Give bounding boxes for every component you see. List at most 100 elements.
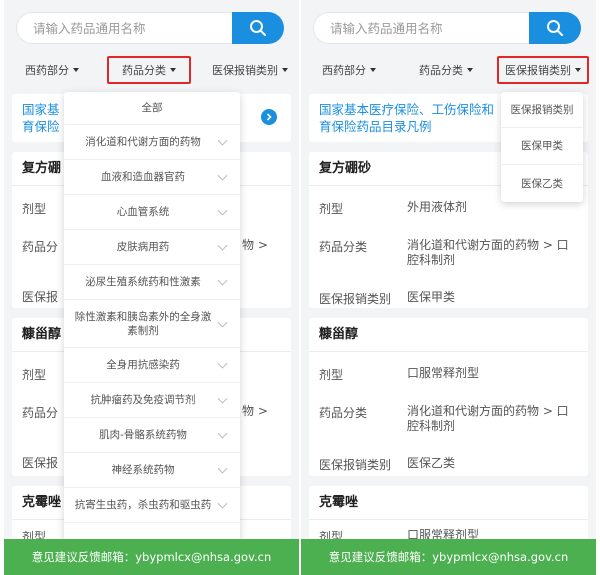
option-label: 抗肿瘤药及免疫调节剂	[90, 394, 196, 406]
category-option[interactable]: 抗寄生虫药，杀虫药和驱虫药	[64, 488, 240, 523]
dosage-form-label: 剂型	[319, 368, 344, 382]
dosage-form-label: 剂型	[22, 368, 47, 382]
filter-category-label: 药品分类	[122, 64, 166, 77]
chevron-down-icon	[217, 393, 228, 404]
category-dropdown: 全部 消化道和代谢方面的药物 血液和造血器官药 心血管系统 皮肤病用药 泌尿生殖…	[64, 92, 240, 544]
chevron-down-icon	[217, 428, 228, 439]
insurance-dropdown: 医保报销类别 医保甲类 医保乙类	[501, 92, 583, 202]
category-option[interactable]: 神经系统药物	[64, 453, 240, 488]
filter-category[interactable]: 药品分类	[107, 56, 191, 84]
category-value: 消化道和代谢方面的药物 > 口腔科制剂	[407, 238, 569, 267]
chevron-down-icon	[217, 240, 228, 251]
caret-down-icon	[370, 68, 376, 72]
category-option[interactable]: 除性激素和胰岛素外的全身激素制剂	[64, 300, 240, 348]
category-value: 物 >	[242, 404, 268, 418]
drug-name: 糠甾醇	[309, 318, 588, 352]
option-label: 肌肉-骨骼系统药物	[99, 429, 187, 441]
category-option[interactable]: 全部	[64, 92, 240, 125]
caret-down-icon	[575, 68, 581, 72]
row-insurance: 医保报销类别 医保乙类	[309, 456, 588, 476]
row-dosage-form: 剂型 口服常释剂型	[309, 366, 588, 386]
category-option[interactable]: 全身用抗感染药	[64, 348, 240, 383]
filter-western-label: 西药部分	[25, 64, 69, 77]
caret-down-icon	[170, 68, 176, 72]
filter-insurance[interactable]: 医保报销类别	[497, 56, 589, 84]
category-label: 药品分	[22, 406, 59, 420]
category-label: 药品分类	[319, 240, 368, 254]
category-option[interactable]: 消化道和代谢方面的药物	[64, 125, 240, 160]
chevron-down-icon	[217, 498, 228, 509]
search-button[interactable]	[232, 12, 284, 44]
option-label: 消化道和代谢方面的药物	[85, 136, 201, 148]
dosage-form-value: 外用液体剂	[407, 200, 468, 214]
option-label: 抗寄生虫药，杀虫药和驱虫药	[74, 499, 212, 511]
chevron-down-icon	[217, 358, 228, 369]
insurance-option[interactable]: 医保乙类	[501, 165, 583, 202]
search-input[interactable]	[16, 12, 234, 44]
filter-insurance-label: 医保报销类别	[212, 64, 278, 77]
dosage-form-label: 剂型	[319, 202, 344, 216]
search-input[interactable]	[313, 12, 531, 44]
search-button[interactable]	[529, 12, 581, 44]
search-icon	[250, 20, 266, 36]
insurance-label: 医保报	[22, 456, 59, 470]
category-label: 药品分	[22, 240, 59, 254]
chevron-down-icon	[217, 205, 228, 216]
filter-bar: 西药部分 药品分类 医保报销类别	[301, 54, 596, 86]
category-option[interactable]: 肌肉-骨骼系统药物	[64, 418, 240, 453]
insurance-option[interactable]: 医保甲类	[501, 128, 583, 165]
feedback-footer: 意见建议反馈邮箱：ybypmlcx@nhsa.gov.cn	[301, 539, 596, 575]
insurance-label: 医保报销类别	[319, 458, 392, 472]
category-option[interactable]: 心血管系统	[64, 195, 240, 230]
caret-down-icon	[282, 68, 288, 72]
row-category: 药品分类 消化道和代谢方面的药物 > 口腔科制剂	[309, 404, 588, 438]
filter-insurance[interactable]: 医保报销类别	[204, 54, 296, 86]
insurance-option[interactable]: 医保报销类别	[501, 92, 583, 128]
chevron-down-icon	[217, 317, 228, 328]
option-label: 除性激素和胰岛素外的全身激素制剂	[74, 310, 212, 337]
drug-card[interactable]: 克霉唑 剂型 口服常释剂型	[309, 486, 588, 546]
chevron-down-icon	[217, 275, 228, 286]
option-label: 心血管系统	[116, 206, 170, 218]
option-label: 皮肤病用药	[116, 241, 170, 253]
search-icon	[547, 20, 563, 36]
filter-insurance-label: 医保报销类别	[505, 64, 571, 77]
dosage-form-value: 口服常释剂型	[407, 366, 480, 380]
category-value: 消化道和代谢方面的药物 > 口腔科制剂	[407, 404, 569, 433]
chevron-down-icon	[217, 135, 228, 146]
insurance-value: 医保乙类	[407, 456, 456, 470]
arrow-right-icon[interactable]	[261, 109, 277, 125]
feedback-footer: 意见建议反馈邮箱：ybypmlcx@nhsa.gov.cn	[4, 539, 299, 575]
search-bar	[313, 12, 582, 44]
caret-down-icon	[467, 68, 473, 72]
filter-western[interactable]: 西药部分	[309, 54, 389, 86]
filter-bar: 西药部分 药品分类 医保报销类别	[4, 54, 299, 86]
option-label: 神经系统药物	[111, 464, 175, 476]
row-category: 药品分类 消化道和代谢方面的药物 > 口腔科制剂	[309, 238, 588, 272]
category-option[interactable]: 抗肿瘤药及免疫调节剂	[64, 383, 240, 418]
chevron-down-icon	[217, 463, 228, 474]
category-label: 药品分类	[319, 406, 368, 420]
drug-name: 克霉唑	[309, 486, 588, 520]
caret-down-icon	[73, 68, 79, 72]
category-option[interactable]: 血液和造血器官药	[64, 160, 240, 195]
filter-category[interactable]: 药品分类	[406, 54, 486, 86]
chevron-down-icon	[217, 170, 228, 181]
category-option[interactable]: 泌尿生殖系统药和性激素	[64, 265, 240, 300]
insurance-label: 医保报销类别	[319, 292, 392, 306]
feedback-email[interactable]: 意见建议反馈邮箱：ybypmlcx@nhsa.gov.cn	[329, 549, 569, 565]
category-option[interactable]: 皮肤病用药	[64, 230, 240, 265]
filter-western-label: 西药部分	[322, 64, 366, 77]
option-label: 血液和造血器官药	[101, 171, 185, 183]
category-value: 物 >	[242, 238, 268, 252]
dosage-form-label: 剂型	[22, 202, 47, 216]
feedback-email[interactable]: 意见建议反馈邮箱：ybypmlcx@nhsa.gov.cn	[32, 549, 272, 565]
insurance-label: 医保报	[22, 290, 59, 304]
drug-card[interactable]: 糠甾醇 剂型 口服常释剂型 药品分类 消化道和代谢方面的药物 > 口腔科制剂 医…	[309, 318, 588, 476]
insurance-value: 医保甲类	[407, 290, 456, 304]
filter-western[interactable]: 西药部分	[12, 54, 92, 86]
filter-category-label: 药品分类	[419, 64, 463, 77]
search-bar	[16, 12, 285, 44]
row-dosage-form: 剂型 外用液体剂	[309, 200, 588, 220]
option-label: 全身用抗感染药	[106, 359, 180, 371]
